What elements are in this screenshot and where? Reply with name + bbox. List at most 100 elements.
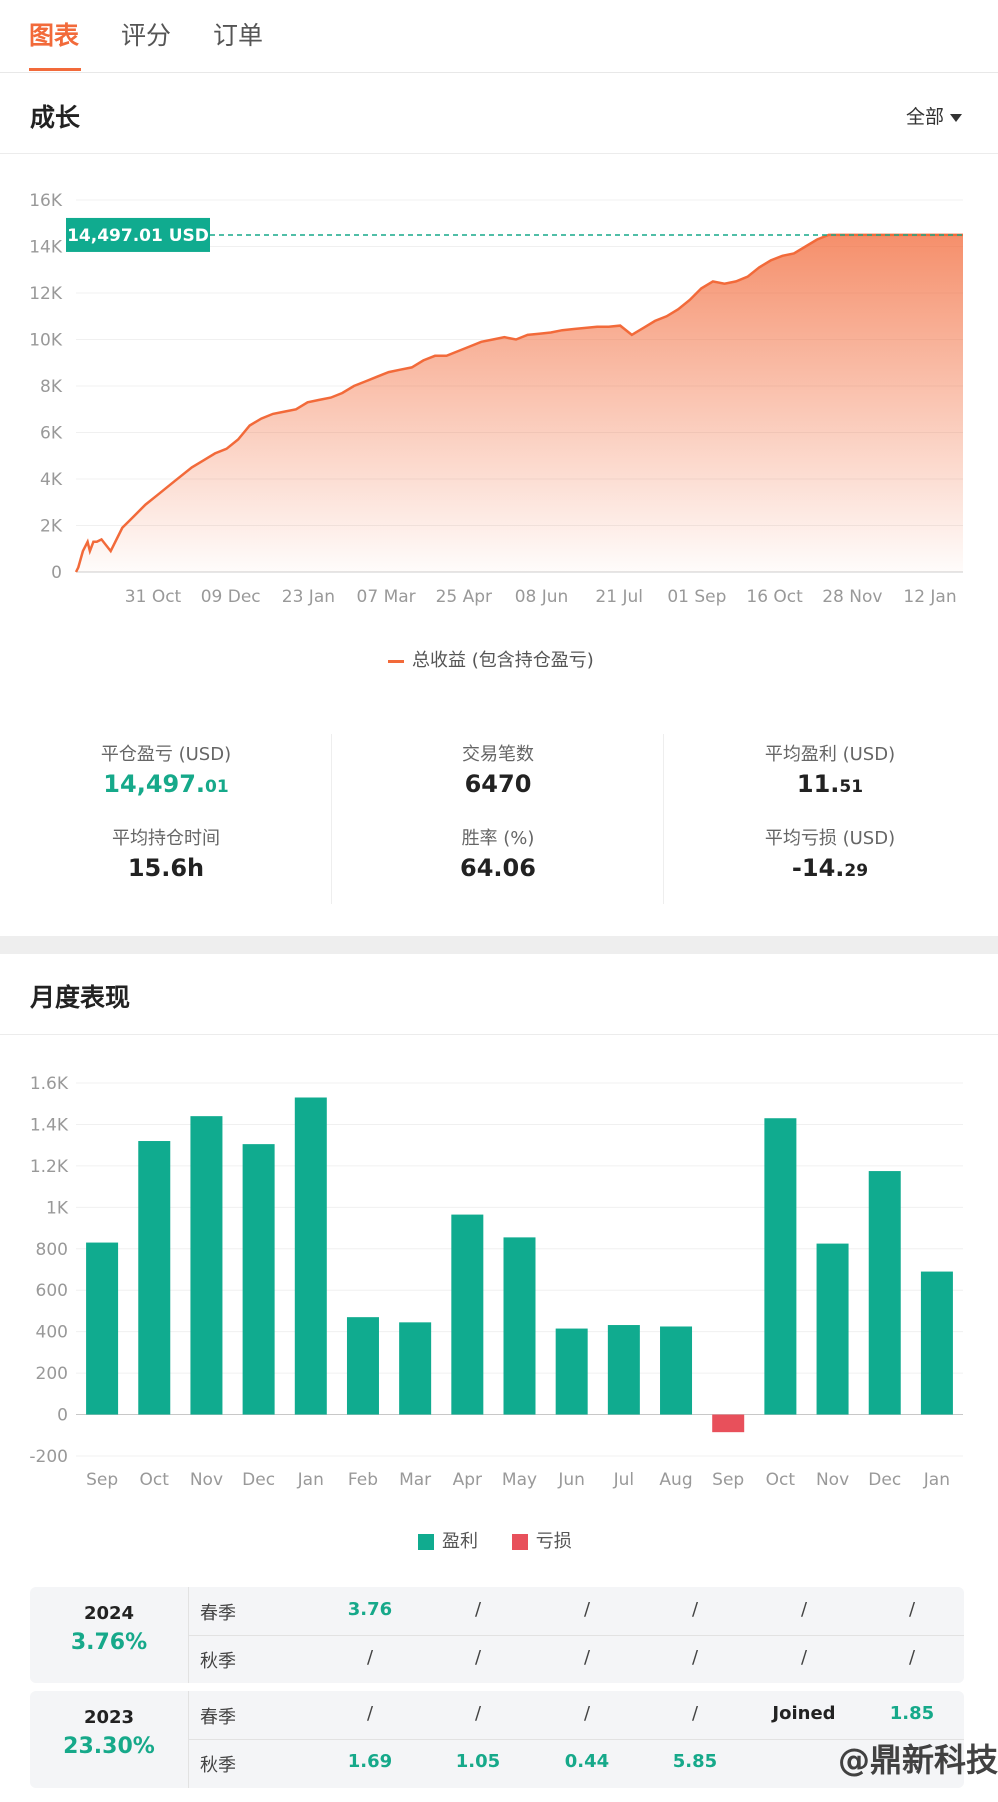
profit-bar bbox=[86, 1242, 119, 1415]
stat-label: 平均亏损 (USD) bbox=[764, 828, 896, 849]
y-tick-label: 400 bbox=[36, 1323, 68, 1343]
y-tick-label: 1.4K bbox=[30, 1115, 69, 1135]
perf-cell: / bbox=[691, 1599, 699, 1620]
y-tick-label: 0 bbox=[57, 1406, 68, 1426]
profit-bar bbox=[607, 1325, 640, 1415]
stat-value: 6470 bbox=[464, 770, 532, 798]
year-performance-2023: 2023 23.30% 春季 秋季 / / / / Joined 1.85 1.… bbox=[30, 1691, 964, 1788]
stat-value: 64.06 bbox=[460, 854, 536, 882]
perf-cell: / bbox=[583, 1647, 591, 1668]
y-tick-label: 10K bbox=[29, 331, 63, 351]
tab-chart[interactable]: 图表 bbox=[29, 16, 79, 52]
stat-value: 14,497.01 bbox=[103, 770, 229, 798]
x-tick-label: 21 Jul bbox=[595, 587, 643, 607]
x-tick-label: Oct bbox=[766, 1470, 796, 1490]
legend-loss-swatch bbox=[511, 1534, 528, 1550]
y-tick-label: -200 bbox=[29, 1447, 68, 1467]
x-tick-label: Nov bbox=[190, 1470, 223, 1490]
monthly-header: 月度表现 bbox=[0, 954, 998, 1035]
x-tick-label: 23 Jan bbox=[282, 587, 335, 607]
monthly-title: 月度表现 bbox=[30, 983, 131, 1012]
perf-cell: / bbox=[474, 1703, 482, 1724]
x-tick-label: Sep bbox=[712, 1470, 744, 1490]
year-label: 2023 bbox=[83, 1707, 135, 1728]
y-tick-label: 200 bbox=[36, 1364, 68, 1384]
stat-label: 平均持仓时间 bbox=[112, 828, 220, 849]
stat-avg-hold-time: 平均持仓时间 15.6h bbox=[0, 824, 332, 882]
top-tab-bar: 图表 评分 订单 bbox=[0, 0, 998, 73]
perf-cell: / bbox=[366, 1703, 374, 1724]
tab-orders[interactable]: 订单 bbox=[213, 16, 263, 52]
year-label: 2024 bbox=[83, 1603, 135, 1624]
monthly-chart: -200 0 200 400 600 800 1K 1.2K 1.4K 1.6K Sep Oct No… bbox=[0, 1060, 998, 1500]
y-tick-label: 6K bbox=[40, 424, 63, 444]
perf-cell-joined: Joined bbox=[772, 1703, 836, 1724]
x-tick-label: Nov bbox=[816, 1470, 849, 1490]
year-summary: 2024 3.76% bbox=[30, 1603, 188, 1655]
current-value-label: 14,497.01 USD bbox=[67, 226, 209, 246]
perf-cell: / bbox=[474, 1599, 482, 1620]
y-tick-label: 0 bbox=[51, 563, 62, 583]
stat-label: 平均盈利 (USD) bbox=[764, 744, 896, 765]
x-tick-label: 28 Nov bbox=[822, 587, 882, 607]
tab-rating[interactable]: 评分 bbox=[121, 16, 171, 52]
y-tick-label: 2K bbox=[40, 517, 63, 537]
growth-area-fill bbox=[76, 234, 963, 572]
y-tick-label: 1.6K bbox=[30, 1074, 69, 1094]
x-tick-label: Jul bbox=[613, 1470, 635, 1490]
x-tick-label: 12 Jan bbox=[903, 587, 956, 607]
year-summary: 2023 23.30% bbox=[30, 1707, 188, 1759]
profit-bar bbox=[920, 1271, 953, 1415]
y-tick-label: 4K bbox=[40, 470, 63, 490]
profit-bar bbox=[451, 1214, 484, 1415]
x-tick-label: Feb bbox=[348, 1470, 378, 1490]
profit-bar bbox=[660, 1326, 693, 1415]
perf-cell: 0.44 bbox=[564, 1751, 610, 1772]
x-tick-label: May bbox=[502, 1470, 537, 1490]
profit-bar bbox=[764, 1118, 797, 1415]
perf-cell: 1.05 bbox=[455, 1751, 501, 1772]
caret-down-icon bbox=[950, 113, 962, 122]
profit-bar bbox=[555, 1328, 588, 1415]
x-tick-label: Jan bbox=[923, 1470, 950, 1490]
year-return: 3.76% bbox=[70, 1630, 148, 1655]
stat-avg-profit: 平均盈利 (USD) 11.51 bbox=[664, 740, 996, 798]
perf-cell: / bbox=[800, 1647, 808, 1668]
perf-cell: / bbox=[583, 1599, 591, 1620]
perf-cell: / bbox=[800, 1599, 808, 1620]
x-tick-label: Dec bbox=[868, 1470, 901, 1490]
x-tick-label: 31 Oct bbox=[125, 587, 182, 607]
stat-label: 平仓盈亏 (USD) bbox=[100, 744, 232, 765]
perf-cell: / bbox=[691, 1703, 699, 1724]
x-tick-label: 08 Jun bbox=[515, 587, 569, 607]
stat-value: 15.6h bbox=[127, 854, 205, 882]
stat-label: 交易笔数 bbox=[462, 744, 534, 765]
monthly-chart-svg: -200 0 200 400 600 800 1K 1.2K 1.4K 1.6K Sep Oct No… bbox=[29, 1074, 963, 1490]
active-tab-indicator bbox=[29, 68, 81, 71]
y-tick-label: 8K bbox=[40, 377, 63, 397]
row-divider bbox=[188, 1635, 964, 1636]
y-tick-label: 1.2K bbox=[30, 1157, 69, 1177]
perf-cell: 1.69 bbox=[347, 1751, 393, 1772]
growth-legend: 总收益 (包含持仓盈亏) bbox=[388, 646, 594, 672]
profit-bar bbox=[868, 1171, 901, 1415]
x-tick-label: 01 Sep bbox=[667, 587, 726, 607]
profit-bar bbox=[816, 1243, 849, 1415]
profit-bar bbox=[190, 1116, 223, 1415]
x-tick-label: 07 Mar bbox=[357, 587, 416, 607]
perf-cell: 5.85 bbox=[672, 1751, 718, 1772]
x-tick-label: 16 Oct bbox=[746, 587, 803, 607]
growth-title: 成长 bbox=[30, 103, 81, 132]
x-tick-label: Mar bbox=[399, 1470, 431, 1490]
perf-cell: 1.85 bbox=[889, 1703, 935, 1724]
x-tick-label: Jun bbox=[557, 1470, 585, 1490]
stats-panel: 平仓盈亏 (USD) 14,497.01 平均持仓时间 15.6h 交易笔数 6… bbox=[0, 704, 998, 936]
x-tick-label: 09 Dec bbox=[201, 587, 261, 607]
range-filter-dropdown[interactable]: 全部 bbox=[906, 102, 962, 129]
y-tick-label: 16K bbox=[29, 191, 63, 211]
stat-closed-pnl: 平仓盈亏 (USD) 14,497.01 bbox=[0, 740, 332, 798]
stat-win-rate: 胜率 (%) 64.06 bbox=[332, 824, 664, 882]
x-tick-label: Aug bbox=[659, 1470, 692, 1490]
legend-line-swatch bbox=[388, 659, 404, 663]
growth-legend-label: 总收益 (包含持仓盈亏) bbox=[412, 650, 594, 671]
